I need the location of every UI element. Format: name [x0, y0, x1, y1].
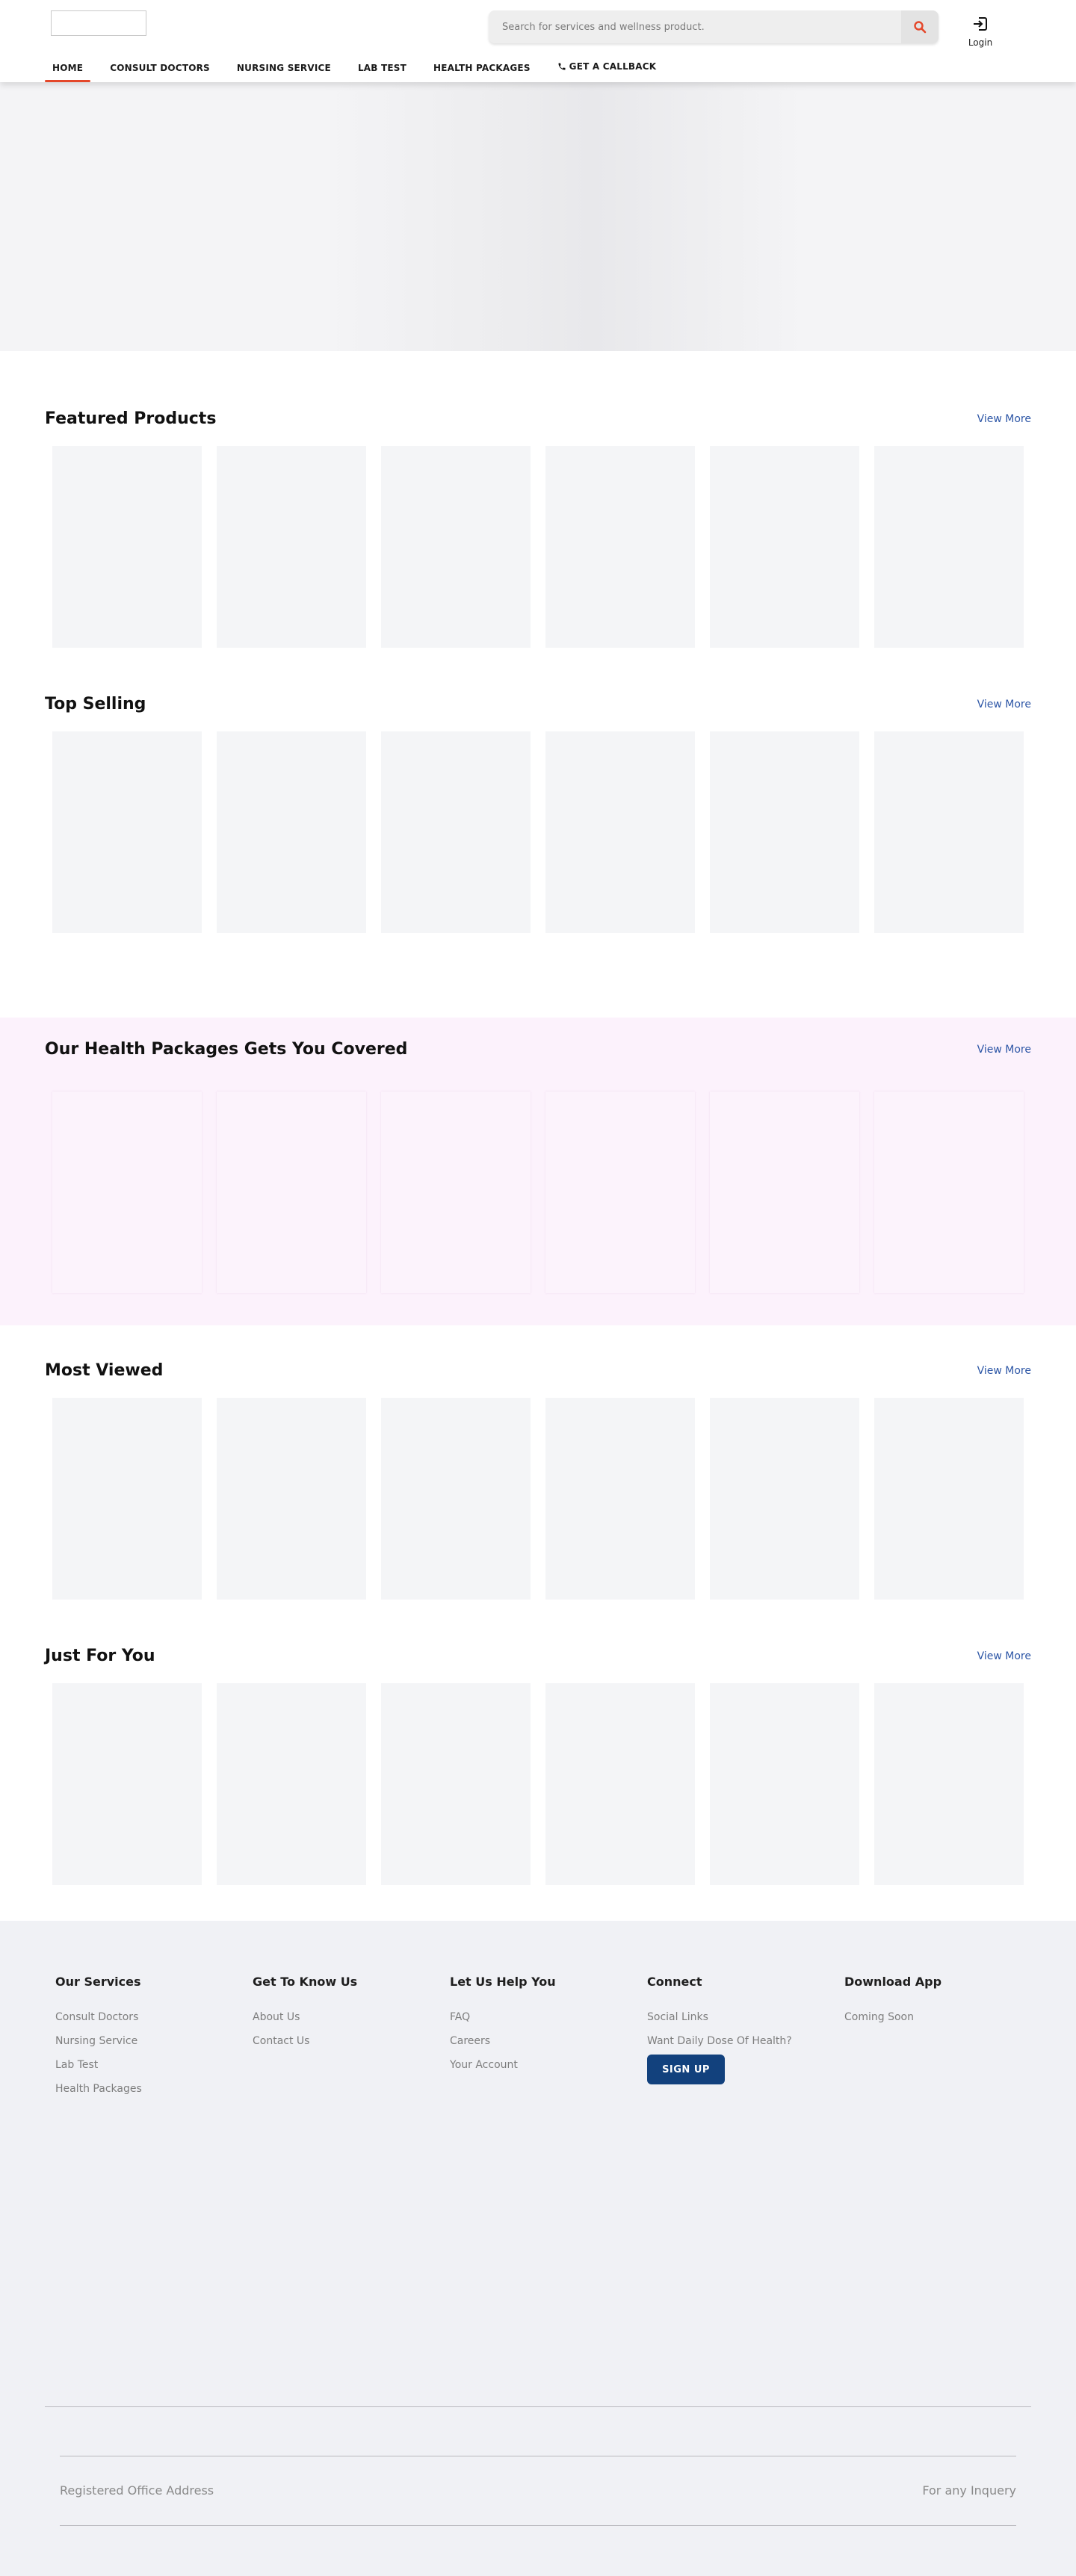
- hero-banner-placeholder[interactable]: [0, 82, 1076, 351]
- signup-button[interactable]: SIGN UP: [647, 2055, 725, 2084]
- product-card[interactable]: [545, 731, 695, 933]
- product-card[interactable]: [381, 446, 531, 648]
- product-card[interactable]: [381, 731, 531, 933]
- search-bar: [489, 10, 939, 43]
- footer-link-about-us[interactable]: About Us: [253, 2011, 432, 2023]
- coming-soon-text: Coming Soon: [844, 2011, 914, 2023]
- callback-label: GET A CALLBACK: [569, 61, 657, 72]
- footer-divider: [45, 2406, 1031, 2407]
- package-card[interactable]: [217, 1092, 366, 1293]
- product-card[interactable]: [217, 1398, 366, 1600]
- view-more-link[interactable]: View More: [977, 1365, 1031, 1377]
- view-more-link[interactable]: View More: [977, 1650, 1031, 1662]
- search-input[interactable]: [489, 10, 900, 43]
- product-card[interactable]: [52, 446, 202, 648]
- footer-divider: [60, 2525, 1016, 2526]
- inquiry-label: For any Inquery: [922, 2483, 1016, 2498]
- footer-link-lab-test[interactable]: Lab Test: [55, 2059, 235, 2071]
- product-card[interactable]: [874, 446, 1024, 648]
- footer-heading: Connect: [647, 1975, 702, 1989]
- package-card[interactable]: [545, 1092, 695, 1293]
- footer-link-your-account[interactable]: Your Account: [450, 2059, 629, 2071]
- footer-col-services: Our Services Consult Doctors Nursing Ser…: [55, 1975, 235, 2107]
- logo-placeholder[interactable]: [51, 10, 146, 36]
- registered-office-address: Registered Office Address: [60, 2483, 214, 2498]
- footer-heading: Let Us Help You: [450, 1975, 556, 1989]
- section-title: Just For You: [45, 1647, 155, 1665]
- section-title: Top Selling: [45, 695, 146, 713]
- footer-col-help: Let Us Help You FAQ Careers Your Account: [450, 1975, 629, 2083]
- package-card-row: [52, 1092, 1024, 1293]
- product-card[interactable]: [545, 446, 695, 648]
- footer-heading: Get To Know Us: [253, 1975, 358, 1989]
- product-card-row: [52, 731, 1024, 933]
- search-icon: [914, 21, 927, 34]
- search-button[interactable]: [901, 10, 939, 43]
- view-more-link[interactable]: View More: [977, 413, 1031, 425]
- product-card[interactable]: [217, 731, 366, 933]
- package-card[interactable]: [874, 1092, 1024, 1293]
- product-card[interactable]: [52, 1683, 202, 1885]
- product-card[interactable]: [381, 1398, 531, 1600]
- product-card[interactable]: [217, 446, 366, 648]
- product-card[interactable]: [217, 1683, 366, 1885]
- product-card[interactable]: [710, 1398, 859, 1600]
- nav-consult-doctors[interactable]: CONSULT DOCTORS: [102, 54, 217, 82]
- footer-col-connect: Connect Social Links Want Daily Dose Of …: [647, 1975, 826, 2084]
- footer-link-social-links[interactable]: Social Links: [647, 2011, 826, 2023]
- footer-heading: Download App: [844, 1975, 942, 1989]
- product-card[interactable]: [710, 446, 859, 648]
- footer-heading: Our Services: [55, 1975, 141, 1989]
- site-header: Login HOME CONSULT DOCTORS NURSING SERVI…: [0, 0, 1076, 82]
- product-card[interactable]: [52, 731, 202, 933]
- product-card[interactable]: [874, 1683, 1024, 1885]
- view-more-link[interactable]: View More: [977, 1044, 1031, 1056]
- product-card[interactable]: [381, 1683, 531, 1885]
- product-card[interactable]: [710, 731, 859, 933]
- package-card[interactable]: [52, 1092, 202, 1293]
- main-nav: HOME CONSULT DOCTORS NURSING SERVICE LAB…: [45, 54, 675, 82]
- footer-col-know-us: Get To Know Us About Us Contact Us: [253, 1975, 432, 2059]
- login-label: Login: [968, 37, 993, 48]
- footer-link-nursing-service[interactable]: Nursing Service: [55, 2035, 235, 2047]
- product-card-row: [52, 1398, 1024, 1600]
- newsletter-text: Want Daily Dose Of Health?: [647, 2035, 792, 2047]
- section-title: Most Viewed: [45, 1361, 164, 1380]
- product-card[interactable]: [874, 731, 1024, 933]
- nav-lab-test[interactable]: LAB TEST: [350, 54, 414, 82]
- footer-link-consult-doctors[interactable]: Consult Doctors: [55, 2011, 235, 2023]
- view-more-link[interactable]: View More: [977, 699, 1031, 710]
- nav-nursing-service[interactable]: NURSING SERVICE: [229, 54, 338, 82]
- package-card[interactable]: [710, 1092, 859, 1293]
- footer-link-health-packages[interactable]: Health Packages: [55, 2083, 235, 2095]
- nav-health-packages[interactable]: HEALTH PACKAGES: [426, 54, 538, 82]
- footer-col-download-app: Download App Coming Soon: [844, 1975, 1024, 2035]
- footer-link-contact-us[interactable]: Contact Us: [253, 2035, 432, 2047]
- product-card[interactable]: [874, 1398, 1024, 1600]
- product-card[interactable]: [545, 1683, 695, 1885]
- login-icon: [974, 17, 987, 31]
- site-footer: Our Services Consult Doctors Nursing Ser…: [0, 1921, 1076, 2576]
- login-button[interactable]: Login: [956, 15, 1004, 48]
- product-card-row: [52, 1683, 1024, 1885]
- get-callback-link[interactable]: GET A CALLBACK: [550, 54, 664, 82]
- footer-link-faq[interactable]: FAQ: [450, 2011, 629, 2023]
- product-card[interactable]: [545, 1398, 695, 1600]
- phone-icon: [558, 63, 566, 70]
- footer-link-careers[interactable]: Careers: [450, 2035, 629, 2047]
- section-title: Featured Products: [45, 409, 217, 428]
- product-card[interactable]: [710, 1683, 859, 1885]
- section-title: Our Health Packages Gets You Covered: [45, 1040, 408, 1059]
- product-card[interactable]: [52, 1398, 202, 1600]
- package-card[interactable]: [381, 1092, 531, 1293]
- product-card-row: [52, 446, 1024, 648]
- nav-home[interactable]: HOME: [45, 54, 91, 82]
